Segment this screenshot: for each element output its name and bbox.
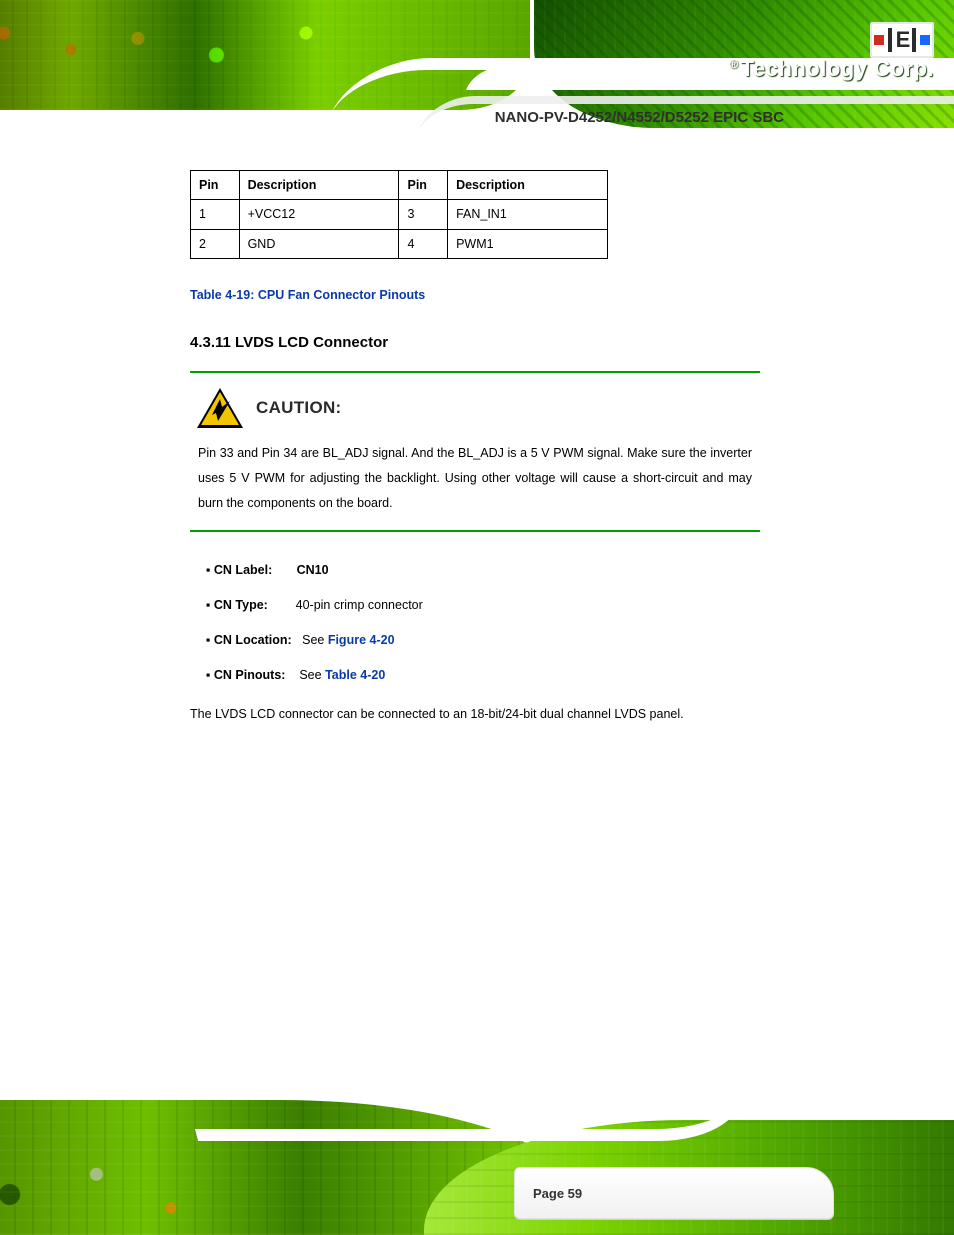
cn-pinouts-prefix: See [299, 668, 325, 682]
bottom-banner: Page 59 [0, 1100, 954, 1235]
caution-label: CAUTION: [256, 398, 342, 418]
caution-icon [196, 387, 244, 429]
cn-location-prefix: See [302, 633, 328, 647]
cell: 3 [399, 200, 448, 229]
cn-pinouts-row: CN Pinouts: See Table 4-20 [220, 663, 760, 688]
page-number-box: Page 59 [514, 1167, 834, 1219]
brand-logo: E [870, 22, 934, 58]
cell: GND [239, 229, 399, 258]
brand-text: ®Technology Corp. [729, 58, 934, 80]
document-title: NANO-PV-D4252/N4552/D5252 EPIC SBC [495, 108, 784, 128]
document-title-block: NANO-PV-D4252/N4552/D5252 EPIC SBC [495, 108, 784, 128]
caution-callout: CAUTION: Pin 33 and Pin 34 are BL_ADJ si… [190, 371, 760, 532]
th-pin-2: Pin [399, 171, 448, 200]
cell: 4 [399, 229, 448, 258]
content-area: Pin Description Pin Description 1 +VCC12… [190, 170, 760, 743]
section-heading: 4.3.11 LVDS LCD Connector [190, 333, 760, 353]
cell: PWM1 [448, 229, 608, 258]
figure-ref: Figure 4-20 [328, 633, 395, 647]
caution-body: Pin 33 and Pin 34 are BL_ADJ signal. And… [198, 441, 752, 516]
brand-name: Technology Corp. [741, 56, 934, 81]
th-desc-1: Description [239, 171, 399, 200]
section-number: 4.3.11 [190, 334, 235, 351]
cn-type-value: 40-pin crimp connector [296, 598, 423, 612]
table-row: 1 +VCC12 3 FAN_IN1 [191, 200, 608, 229]
footer-swoosh [182, 1100, 758, 1141]
page-number: Page 59 [533, 1186, 582, 1201]
iei-logo-mark: E [870, 22, 934, 58]
registered-symbol: ® [729, 57, 738, 71]
cn-label-key: CN Label: [214, 563, 272, 577]
cn-location-key: CN Location: [214, 633, 292, 647]
cell: 2 [191, 229, 240, 258]
connector-description: The LVDS LCD connector can be connected … [190, 702, 760, 727]
pinout-table: Pin Description Pin Description 1 +VCC12… [190, 170, 608, 259]
cn-label-value: CN10 [297, 563, 329, 577]
cell: 1 [191, 200, 240, 229]
cn-label-row: CN Label: CN10 [220, 558, 760, 583]
cn-pinouts-key: CN Pinouts: [214, 668, 286, 682]
table-ref: Table 4-20 [325, 668, 385, 682]
cn-type-key: CN Type: [214, 598, 268, 612]
th-desc-2: Description [448, 171, 608, 200]
cell: +VCC12 [239, 200, 399, 229]
table-caption: Table 4-19: CPU Fan Connector Pinouts [190, 287, 760, 303]
cn-location-row: CN Location: See Figure 4-20 [220, 628, 760, 653]
table-row: 2 GND 4 PWM1 [191, 229, 608, 258]
section-title: LVDS LCD Connector [235, 334, 388, 351]
cn-type-row: CN Type: 40-pin crimp connector [220, 593, 760, 618]
th-pin-1: Pin [191, 171, 240, 200]
cell: FAN_IN1 [448, 200, 608, 229]
top-banner: E ®Technology Corp. [0, 0, 954, 130]
